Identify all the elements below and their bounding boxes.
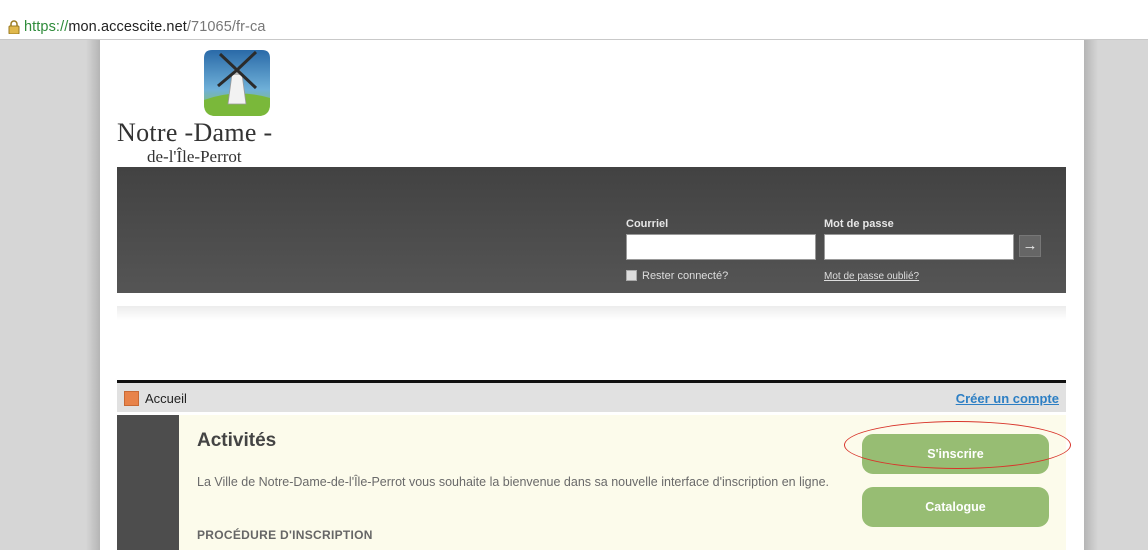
activities-description: La Ville de Notre-Dame-de-l'Île-Perrot v… <box>197 475 829 489</box>
home-icon[interactable] <box>124 391 139 406</box>
login-banner: Courriel Mot de passe → Rester connecté?… <box>117 167 1066 293</box>
signup-button[interactable]: S'inscrire <box>862 434 1049 474</box>
forgot-password-link[interactable]: Mot de passe oublié? <box>824 271 919 282</box>
login-submit-button[interactable]: → <box>1019 235 1041 257</box>
email-field[interactable] <box>626 234 816 260</box>
email-label: Courriel <box>626 218 669 230</box>
activities-panel: Activités La Ville de Notre-Dame-de-l'Îl… <box>179 415 1066 550</box>
page-shadow-right <box>1084 40 1098 550</box>
remember-me-label: Rester connecté? <box>642 270 729 282</box>
logo-subtitle: de-l'Île-Perrot <box>147 147 242 166</box>
create-account-link[interactable]: Créer un compte <box>956 391 1059 406</box>
url-host: mon.accescite.net <box>68 19 187 35</box>
windmill-icon <box>204 50 270 116</box>
divider-bar <box>117 306 1066 320</box>
catalog-button[interactable]: Catalogue <box>862 487 1049 527</box>
left-sidebar-strip <box>117 415 179 550</box>
logo-title: Notre -Dame - <box>117 118 273 147</box>
remember-me-checkbox[interactable]: Rester connecté? <box>626 270 728 282</box>
activities-title: Activités <box>197 430 277 451</box>
breadcrumb: Accueil Créer un compte <box>117 380 1066 412</box>
page-shadow-left <box>86 40 100 550</box>
arrow-right-icon: → <box>1022 237 1038 254</box>
lock-icon <box>8 20 20 34</box>
checkbox-box[interactable] <box>626 270 637 281</box>
url-protocol: https:// <box>24 19 69 35</box>
browser-address-bar[interactable]: https://mon.accescite.net/71065/fr-ca <box>0 0 1148 40</box>
url-path: /71065/fr-ca <box>186 19 266 35</box>
password-field[interactable] <box>824 234 1014 260</box>
password-label: Mot de passe <box>824 218 894 230</box>
url-text[interactable]: https://mon.accescite.net/71065/fr-ca <box>24 19 265 35</box>
site-logo[interactable]: Notre -Dame - de-l'Île-Perrot <box>115 48 285 168</box>
breadcrumb-current[interactable]: Accueil <box>145 391 187 406</box>
procedure-heading: PROCÉDURE D'INSCRIPTION <box>197 528 373 542</box>
page-content: Notre -Dame - de-l'Île-Perrot Courriel M… <box>100 40 1084 550</box>
